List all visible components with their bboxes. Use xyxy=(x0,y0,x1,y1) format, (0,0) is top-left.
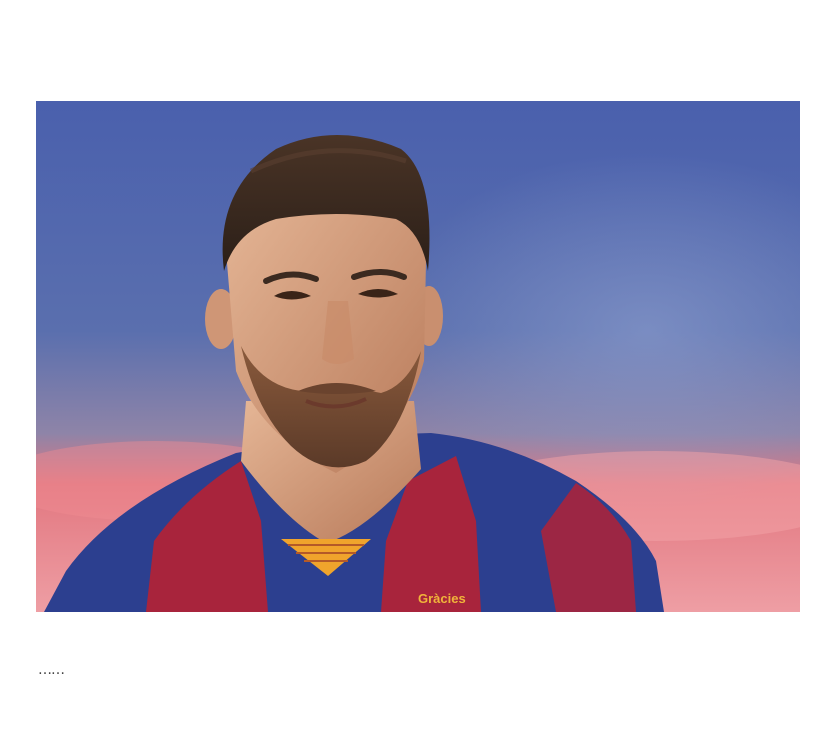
jersey-sponsor-text: Gràcies xyxy=(418,591,466,606)
post-photo[interactable]: Gràcies xyxy=(36,101,800,612)
post-view: Gràcies …… xyxy=(0,0,835,752)
post-caption: …… xyxy=(38,662,65,678)
player-portrait-image: Gràcies xyxy=(36,101,800,612)
